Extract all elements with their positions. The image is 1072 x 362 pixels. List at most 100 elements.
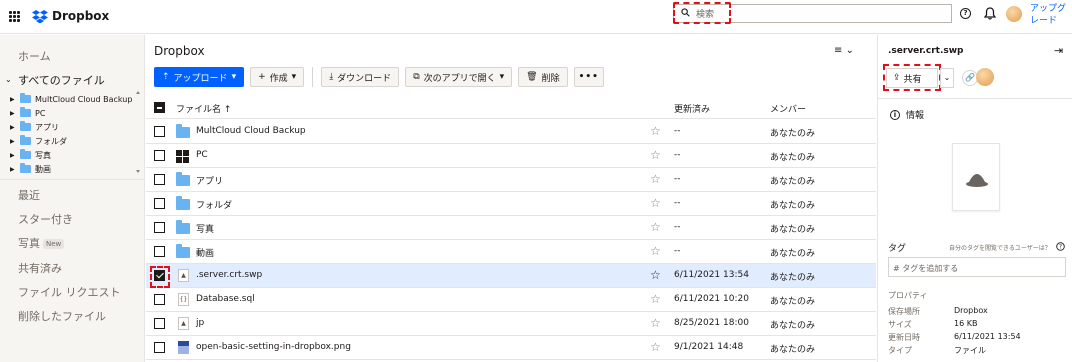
sidebar-item-deleted[interactable]: 削除したファイル [18, 308, 106, 324]
table-row[interactable]: フォルダ ☆ -- あなたのみ [146, 192, 876, 216]
file-preview[interactable] [952, 143, 1000, 211]
share-highlight-box [883, 64, 941, 91]
modified-value: -- [674, 198, 681, 208]
star-icon[interactable]: ☆ [650, 245, 661, 257]
upgrade-link[interactable]: アップグレード [1030, 3, 1070, 27]
file-name[interactable]: 写真 [196, 222, 214, 235]
more-button[interactable]: ••• [573, 67, 604, 87]
plus-icon: + [258, 72, 266, 82]
open-with-button[interactable]: ⧉ 次のアプリで開く ▾ [405, 67, 513, 87]
file-name[interactable]: MultCloud Cloud Backup [196, 126, 306, 136]
code-file-icon: {} [178, 293, 189, 306]
members-value: あなたのみ [770, 249, 816, 259]
row-checkbox[interactable] [154, 150, 165, 161]
star-icon[interactable]: ☆ [650, 269, 661, 281]
create-button[interactable]: + 作成 ▾ [250, 67, 305, 87]
tags-hint-link[interactable]: 自分のタグを閲覧できるユーザーは？ [949, 243, 1051, 252]
table-row[interactable]: 写真 ☆ -- あなたのみ [146, 216, 876, 240]
sidebar-item-photos[interactable]: 写真 New [18, 235, 65, 251]
chevron-down-icon[interactable]: ⌄ [5, 75, 12, 84]
avatar[interactable] [1006, 6, 1022, 22]
star-icon[interactable]: ☆ [650, 293, 661, 305]
file-name[interactable]: open-basic-setting-in-dropbox.png [196, 342, 351, 352]
row-checkbox[interactable] [154, 222, 165, 233]
star-icon[interactable]: ☆ [650, 317, 661, 329]
tag-input[interactable]: # タグを追加する [888, 257, 1066, 277]
sidebar-item-all-files[interactable]: すべてのファイル [18, 72, 105, 88]
row-checkbox[interactable] [154, 174, 165, 185]
dropbox-logo[interactable]: Dropbox [32, 9, 109, 23]
row-checkbox[interactable] [154, 198, 165, 209]
table-row-selected[interactable]: ▲ .server.crt.swp ☆ 6/11/2021 13:54 あなたの… [146, 264, 876, 288]
star-icon[interactable]: ☆ [650, 149, 661, 161]
select-all-checkbox[interactable] [154, 102, 165, 113]
file-name[interactable]: 動画 [196, 246, 214, 259]
share-options-button[interactable]: ⌄ [940, 68, 954, 88]
members-value: あなたのみ [770, 201, 816, 211]
sidebar-item-file-requests[interactable]: ファイル リクエスト [18, 284, 121, 300]
sidebar-item-home[interactable]: ホーム [18, 48, 51, 64]
tree-item[interactable]: ▶ 写真 [10, 148, 51, 162]
file-name[interactable]: PC [196, 150, 208, 160]
chevron-right-icon: ▶ [10, 123, 15, 131]
download-button[interactable]: ⤓ ダウンロード [321, 67, 400, 87]
column-members[interactable]: メンバー [770, 102, 806, 115]
row-checkbox[interactable] [154, 342, 165, 353]
info-label: 情報 [906, 111, 925, 121]
sidebar-item-shared[interactable]: 共有済み [18, 260, 62, 276]
file-name[interactable]: アプリ [196, 174, 223, 187]
modified-value: -- [674, 174, 681, 184]
delete-button[interactable]: 🗑 削除 [518, 67, 568, 87]
file-name[interactable]: Database.sql [196, 294, 255, 304]
info-icon: i [890, 109, 900, 120]
collapse-panel-icon[interactable]: ⇥ [1054, 44, 1063, 57]
members-value: あなたのみ [770, 345, 816, 355]
column-name[interactable]: ファイル名 ↑ [176, 102, 231, 115]
sidebar-item-starred[interactable]: スター付き [18, 211, 73, 227]
star-icon[interactable]: ☆ [650, 197, 661, 209]
file-icon: ▲ [178, 317, 189, 330]
table-row[interactable]: 動画 ☆ -- あなたのみ [146, 240, 876, 264]
chevron-down-icon: ▾ [231, 72, 237, 82]
help-icon[interactable]: ? [960, 8, 971, 19]
table-row[interactable]: {} Database.sql ☆ 6/11/2021 10:20 あなたのみ [146, 288, 876, 312]
upload-button[interactable]: ⇡ アップロード ▾ [154, 67, 245, 87]
tree-scrollbar[interactable] [135, 90, 141, 174]
app-grid-icon[interactable] [9, 11, 20, 22]
tree-item[interactable]: ▶ フォルダ [10, 134, 67, 148]
row-checkbox[interactable] [154, 246, 165, 257]
table-row[interactable]: MultCloud Cloud Backup ☆ -- あなたのみ [146, 120, 876, 144]
chevron-right-icon: ▶ [10, 109, 15, 117]
table-row[interactable]: アプリ ☆ -- あなたのみ [146, 168, 876, 192]
star-icon[interactable]: ☆ [650, 173, 661, 185]
sidebar-item-recent[interactable]: 最近 [18, 187, 40, 203]
tree-item[interactable]: ▶ アプリ [10, 120, 59, 134]
file-icon: ▲ [178, 269, 189, 282]
row-checkbox[interactable] [154, 126, 165, 137]
column-modified[interactable]: 更新済み [674, 102, 710, 115]
file-type-icon [966, 174, 988, 187]
tree-item[interactable]: ▶ 動画 [10, 162, 51, 176]
star-icon[interactable]: ☆ [650, 341, 661, 353]
tree-item[interactable]: ▶ PC [10, 106, 45, 120]
modified-value: 6/11/2021 10:20 [674, 294, 749, 304]
table-row[interactable]: PC ☆ -- あなたのみ [146, 144, 876, 168]
row-checkbox[interactable] [154, 294, 165, 305]
file-name[interactable]: .server.crt.swp [196, 270, 262, 280]
star-icon[interactable]: ☆ [650, 221, 661, 233]
tree-item[interactable]: ▶ MultCloud Cloud Backup [10, 92, 132, 106]
bell-icon[interactable] [984, 7, 996, 20]
file-name[interactable]: フォルダ [196, 198, 232, 211]
brand-name: Dropbox [52, 9, 110, 23]
help-icon[interactable]: ? [1056, 242, 1065, 251]
file-name[interactable]: jp [196, 318, 204, 328]
search-highlight-box [673, 2, 731, 24]
star-icon[interactable]: ☆ [650, 125, 661, 137]
table-row[interactable]: open-basic-setting-in-dropbox.png ☆ 9/1/… [146, 336, 876, 360]
table-row[interactable]: ▲ jp ☆ 8/25/2021 18:00 あなたのみ [146, 312, 876, 336]
delete-label: 削除 [541, 73, 560, 84]
row-checkbox[interactable] [154, 318, 165, 329]
avatar[interactable] [976, 68, 994, 86]
breadcrumb[interactable]: Dropbox [154, 44, 205, 58]
view-options-button[interactable]: ≡ ⌄ [834, 45, 854, 56]
